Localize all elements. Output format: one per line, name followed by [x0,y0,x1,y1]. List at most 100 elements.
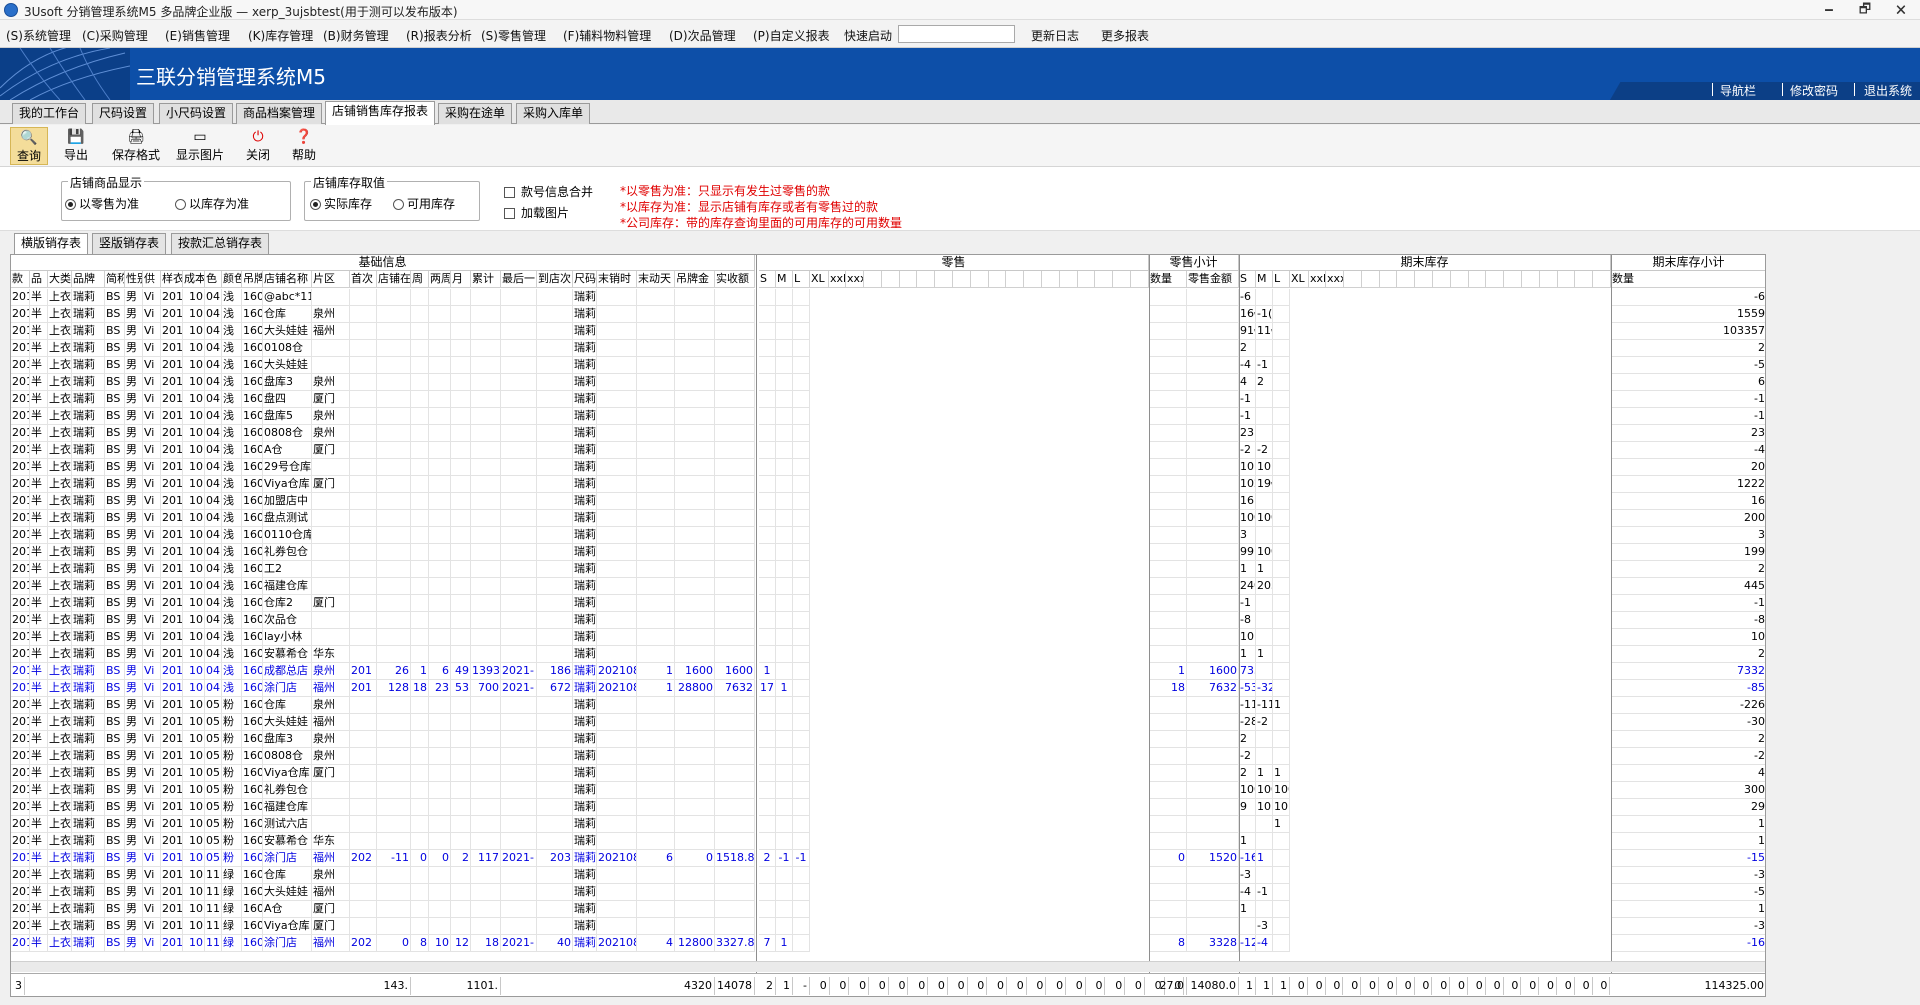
tab-purchase-in-transit[interactable]: 采购在途单 [438,103,513,124]
table-row[interactable]: 201半上衣瑞莉BS男Vi2011004浅160加盟店中瑞莉1616 [11,493,1765,510]
query-button[interactable]: 🔍 查询 [10,127,48,165]
show-image-button[interactable]: ▭ 显示图片 [172,127,228,165]
table-row[interactable]: 201半上衣瑞莉BS男Vi2011004浅160仓库2厦门瑞莉-1-1 [11,595,1765,612]
close-button[interactable]: ⏻ 关闭 [240,127,276,165]
table-row[interactable]: 201半上衣瑞莉BS男Vi2011005粉160Viya仓库厦门瑞莉2114 [11,765,1765,782]
table-row[interactable]: 201半上衣瑞莉BS男Vi2011011绿160Viya仓库厦门瑞莉-3-3 [11,918,1765,935]
restore-button[interactable]: 🗗 [1850,1,1880,19]
minimize-button[interactable]: 🗕 [1814,1,1844,19]
menu-inventory[interactable]: (K)库存管理 [248,27,313,44]
menu-custom-report[interactable]: (P)自定义报表 [753,27,830,44]
export-button[interactable]: 💾 导出 [58,127,94,165]
menu-finance[interactable]: (B)财务管理 [323,27,389,44]
menu-changelog[interactable]: 更新日志 [1031,27,1079,44]
table-row[interactable]: 201半上衣瑞莉BS男Vi2011004浅160大头娃娃福州瑞莉91€11€10… [11,323,1765,340]
grid-cell [637,510,675,527]
grid-cell [715,697,755,714]
table-row[interactable]: 201半上衣瑞莉BS男Vi2011004浅160lay小林瑞莉1010 [11,629,1765,646]
ending-size-header-empty [1344,271,1362,288]
change-password-link[interactable]: 修改密码 [1790,82,1838,99]
table-row[interactable]: 201半上衣瑞莉BS男Vi2011004浅1600110仓库瑞莉33 [11,527,1765,544]
radio-available-stock[interactable]: 可用库存 [393,195,455,212]
subtab-vertical[interactable]: 竖版销存表 [92,233,167,254]
table-row[interactable]: 201半上衣瑞莉BS男Vi2011005粉160礼券包仓瑞莉1001001003… [11,782,1765,799]
group-header-ending-stock: 期末库存 [1239,255,1611,271]
menu-retail[interactable]: (S)零售管理 [481,27,546,44]
radio-retail-based[interactable]: 以零售为准 [65,195,139,212]
table-row[interactable]: 201半上衣瑞莉BS男Vi2011005粉160安慕希仓华东瑞莉11 [11,833,1765,850]
table-row[interactable]: 201半上衣瑞莉BS男Vi2011004浅160成都总店泉州2012616491… [11,663,1765,680]
nav-bar-link[interactable]: 导航栏 [1720,82,1756,99]
menu-materials[interactable]: (F)辅料物料管理 [563,27,651,44]
tab-store-sales-stock-report[interactable]: 店铺销售库存报表 [325,101,436,125]
table-row[interactable]: 201半上衣瑞莉BS男Vi2011005粉1600808仓泉州瑞莉-2-2 [11,748,1765,765]
grid-cell [501,799,537,816]
table-row[interactable]: 201半上衣瑞莉BS男Vi2011004浅160福建仓库瑞莉240205445 [11,578,1765,595]
table-row[interactable]: 201半上衣瑞莉BS男Vi2011004浅160盘四厦门瑞莉-1-1 [11,391,1765,408]
ending-size-cell: 1 [1239,833,1256,850]
tab-small-size-settings[interactable]: 小尺码设置 [159,103,234,124]
total-zero-cell: 0 [987,977,1007,995]
tab-size-settings[interactable]: 尺码设置 [92,103,155,124]
tab-purchase-receipt[interactable]: 采购入库单 [516,103,591,124]
table-row[interactable]: 201半上衣瑞莉BS男Vi2011011绿160仓库泉州瑞莉-3-3 [11,867,1765,884]
table-row[interactable]: 201半上衣瑞莉BS男Vi2011004浅160@abc*11瑞莉-6-6 [11,289,1765,306]
table-row[interactable]: 201半上衣瑞莉BS男Vi2011005粉160涂门店福州202-1100211… [11,850,1765,867]
table-row[interactable]: 201半上衣瑞莉BS男Vi2011004浅16029号仓库瑞莉101020 [11,459,1765,476]
subtab-horizontal[interactable]: 横版销存表 [14,233,89,254]
tab-product-archive[interactable]: 商品档案管理 [236,103,323,124]
grid-cell [429,612,451,629]
menu-purchase[interactable]: (C)采购管理 [82,27,148,44]
table-row[interactable]: 201半上衣瑞莉BS男Vi2011004浅160次品仓瑞莉-8-8 [11,612,1765,629]
table-row[interactable]: 201半上衣瑞莉BS男Vi2011005粉160仓库泉州瑞莉-11-111-22… [11,697,1765,714]
subtab-summary[interactable]: 按款汇总销存表 [171,233,270,254]
sales-stock-grid[interactable]: 基础信息零售零售小计期末库存期末库存小计款品大类品牌简称性别供样衣成本色颜色吊牌… [10,254,1766,997]
table-row[interactable]: 201半上衣瑞莉BS男Vi2011004浅1600808仓泉州瑞莉2323 [11,425,1765,442]
table-row[interactable]: 201半上衣瑞莉BS男Vi2011011绿160大头娃娃福州瑞莉-4-1-5 [11,884,1765,901]
table-row[interactable]: 201半上衣瑞莉BS男Vi2011004浅160A仓厦门瑞莉-2-2-4 [11,442,1765,459]
table-row[interactable]: 201半上衣瑞莉BS男Vi2011011绿160涂门店福州20208101218… [11,935,1765,952]
load-image-checkbox[interactable]: 加载图片 [504,204,569,221]
close-window-button[interactable]: 🗙 [1886,1,1916,19]
ending-size-cell: 100 [1239,782,1256,799]
logout-link[interactable]: 退出系统 [1864,82,1912,99]
grid-cell: 1600 [675,663,715,680]
radio-stock-based[interactable]: 以库存为准 [175,195,249,212]
merge-sku-checkbox[interactable]: 款号信息合并 [504,183,593,200]
save-format-button[interactable]: 🖨 保存格式 [108,127,164,165]
table-row[interactable]: 201半上衣瑞莉BS男Vi2011004浅160涂门店福州20112818235… [11,680,1765,697]
table-row[interactable]: 201半上衣瑞莉BS男Vi2011004浅160Viya仓库厦门瑞莉10219€… [11,476,1765,493]
quick-launch-input[interactable] [898,25,1015,43]
table-row[interactable]: 201半上衣瑞莉BS男Vi2011005粉160盘库3泉州瑞莉22 [11,731,1765,748]
table-row[interactable]: 201半上衣瑞莉BS男Vi2011005粉160测试六店瑞莉11 [11,816,1765,833]
grid-cell [715,510,755,527]
table-row[interactable]: 201半上衣瑞莉BS男Vi2011004浅1600108仓瑞莉22 [11,340,1765,357]
menu-system[interactable]: (S)系统管理 [6,27,71,44]
menu-sales[interactable]: (E)销售管理 [165,27,230,44]
grid-cell [637,595,675,612]
menu-more-reports[interactable]: 更多报表 [1101,27,1149,44]
radio-actual-stock[interactable]: 实际库存 [310,195,372,212]
table-row[interactable]: 201半上衣瑞莉BS男Vi2011004浅160仓库泉州瑞莉16€-1(1559 [11,306,1765,323]
grid-cell [451,306,471,323]
table-row[interactable]: 201半上衣瑞莉BS男Vi2011011绿160A仓厦门瑞莉11 [11,901,1765,918]
table-row[interactable]: 201半上衣瑞莉BS男Vi2011005粉160福建仓库瑞莉9101029 [11,799,1765,816]
table-row[interactable]: 201半上衣瑞莉BS男Vi2011004浅160大头娃娃瑞莉-4-1-5 [11,357,1765,374]
grid-cell [377,578,411,595]
table-row[interactable]: 201半上衣瑞莉BS男Vi2011004浅160安慕希仓华东瑞莉112 [11,646,1765,663]
help-button[interactable]: ❓ 帮助 [286,127,322,165]
table-row[interactable]: 201半上衣瑞莉BS男Vi2011004浅160工2瑞莉112 [11,561,1765,578]
table-row[interactable]: 201半上衣瑞莉BS男Vi2011004浅160礼券包仓瑞莉99100199 [11,544,1765,561]
table-row[interactable]: 201半上衣瑞莉BS男Vi2011004浅160盘库5泉州瑞莉-1-1 [11,408,1765,425]
grid-cell [377,544,411,561]
table-row[interactable]: 201半上衣瑞莉BS男Vi2011004浅160盘点测试瑞莉100100200 [11,510,1765,527]
grid-cell: 0110仓库 [263,527,312,544]
grid-cell: 瑞莉 [72,799,105,816]
grid-cell: 半 [30,884,48,901]
table-row[interactable]: 201半上衣瑞莉BS男Vi2011005粉160大头娃娃福州瑞莉-28-2-30 [11,714,1765,731]
menu-reports[interactable]: (R)报表分析 [406,27,472,44]
tab-workbench[interactable]: 我的工作台 [12,103,87,124]
horizontal-scrollbar[interactable] [11,961,1765,972]
table-row[interactable]: 201半上衣瑞莉BS男Vi2011004浅160盘库3泉州瑞莉426 [11,374,1765,391]
menu-defective[interactable]: (D)次品管理 [669,27,736,44]
